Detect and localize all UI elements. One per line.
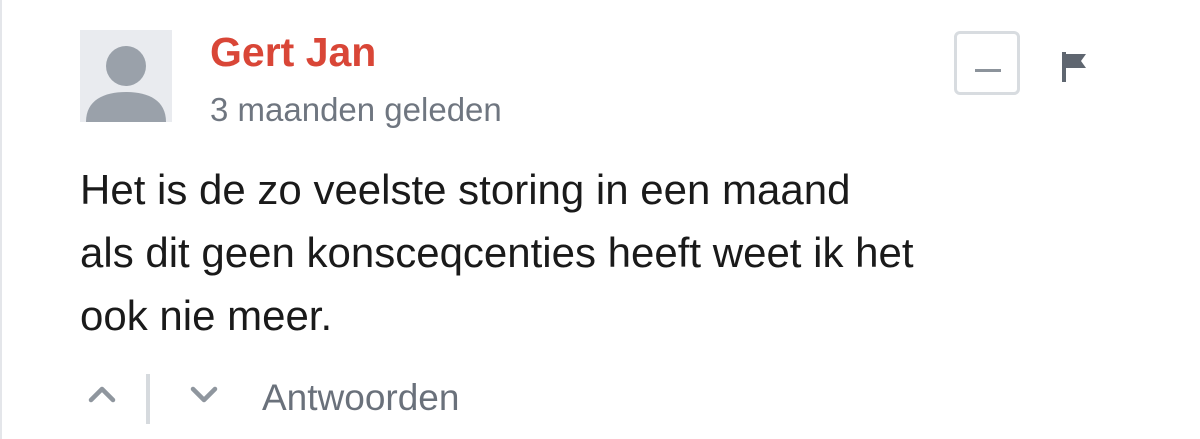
avatar[interactable] [80, 30, 172, 122]
comment-body-line: Het is de zo veelste storing in een maan… [80, 166, 851, 213]
chevron-up-icon [88, 386, 116, 403]
vote-divider [146, 374, 150, 424]
comment-timestamp[interactable]: 3 maanden geleden [210, 90, 502, 130]
flag-icon [1062, 52, 1086, 82]
reply-button[interactable]: Antwoorden [262, 376, 459, 420]
collapse-button[interactable] [954, 31, 1020, 95]
flag-button[interactable] [1060, 50, 1092, 84]
chevron-down-icon [190, 386, 218, 403]
comment-body: Het is de zo veelste storing in een maan… [80, 158, 1160, 347]
minus-icon [975, 69, 1001, 72]
comment-card: Gert Jan 3 maanden geleden Het is de zo … [0, 0, 1200, 439]
comment-body-line: als dit geen konsceqcenties heeft weet i… [80, 229, 914, 276]
comment-author[interactable]: Gert Jan [210, 28, 376, 76]
comment-body-line: ook nie meer. [80, 292, 333, 339]
upvote-button[interactable] [84, 378, 120, 408]
user-silhouette-icon [86, 46, 166, 122]
downvote-button[interactable] [186, 380, 222, 410]
